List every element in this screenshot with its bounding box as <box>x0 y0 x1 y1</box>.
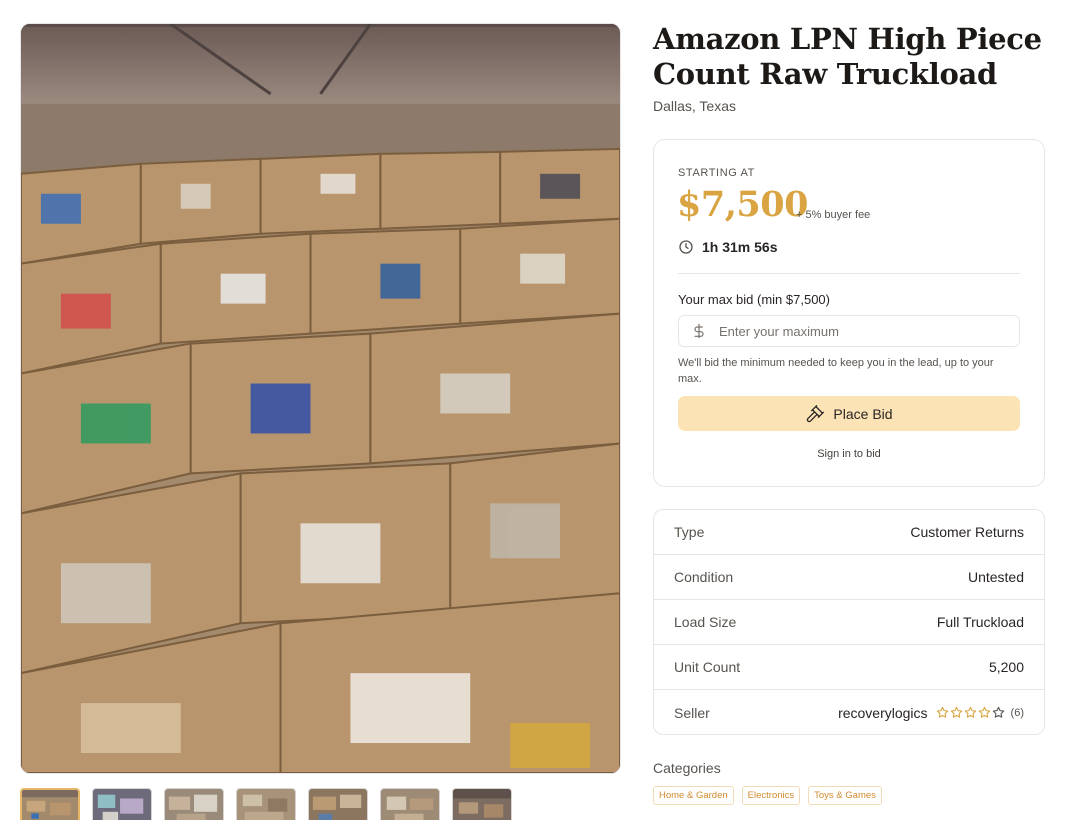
detail-value: Untested <box>967 569 1024 585</box>
max-bid-label: Your max bid (min $7,500) <box>678 292 830 307</box>
detail-value: 5,200 <box>988 659 1024 675</box>
place-bid-label: Place Bid <box>833 405 893 422</box>
thumbnail-4[interactable] <box>236 788 296 820</box>
detail-row-condition: Condition Untested <box>654 555 1044 600</box>
detail-row-seller: Seller recoverylogics (6) <box>654 690 1044 734</box>
category-chip[interactable]: Toys & Games <box>808 786 882 805</box>
listing-details: Type Customer Returns Condition Untested… <box>653 509 1045 735</box>
detail-label: Type <box>674 524 705 540</box>
thumbnail-2[interactable] <box>92 788 152 820</box>
rating-count: (6) <box>1010 706 1024 719</box>
time-remaining: 1h 31m 56s <box>678 239 778 255</box>
detail-row-unit-count: Unit Count 5,200 <box>654 645 1044 690</box>
bid-help-text: We'll bid the minimum needed to keep you… <box>678 357 994 385</box>
detail-label: Condition <box>674 569 734 585</box>
star-icon <box>978 706 990 718</box>
detail-label: Seller <box>674 704 710 721</box>
countdown-timer: 1h 31m 56s <box>702 239 778 255</box>
thumbnail-1[interactable] <box>20 788 80 820</box>
detail-value: Customer Returns <box>910 524 1024 540</box>
max-bid-field[interactable] <box>678 315 1020 347</box>
max-bid-input[interactable] <box>719 323 1009 339</box>
listing-location: Dallas, Texas <box>653 98 737 114</box>
detail-value: Full Truckload <box>936 614 1024 630</box>
star-icon <box>936 706 948 718</box>
starting-at-label: STARTING AT <box>678 167 755 179</box>
detail-row-load-size: Load Size Full Truckload <box>654 600 1044 645</box>
listing-title: Amazon LPN High Piece Count Raw Truckloa… <box>653 22 1042 91</box>
main-product-photo[interactable] <box>20 23 621 774</box>
category-chip[interactable]: Home & Garden <box>653 786 734 805</box>
thumbnail-7[interactable] <box>452 788 512 820</box>
clock-icon <box>679 240 693 254</box>
seller-name-link[interactable]: recoverylogics <box>838 705 927 721</box>
thumbnail-5[interactable] <box>308 788 368 820</box>
detail-label: Load Size <box>674 614 737 630</box>
detail-label: Unit Count <box>674 659 741 675</box>
warehouse-boxes-photo <box>21 24 620 773</box>
seller-rating-stars <box>936 706 1005 719</box>
thumbnail-6[interactable] <box>380 788 440 820</box>
dollar-icon <box>694 323 704 339</box>
seller-info: recoverylogics (6) <box>838 705 1024 721</box>
category-chip[interactable]: Electronics <box>741 786 801 805</box>
thumbnail-3[interactable] <box>164 788 224 820</box>
categories-heading: Categories <box>653 760 721 776</box>
gavel-icon <box>807 404 825 422</box>
star-icon <box>950 706 962 718</box>
divider <box>678 273 1020 274</box>
sign-in-link[interactable]: Sign in to bid <box>654 448 1044 460</box>
category-chips: Home & Garden Electronics Toys & Games <box>653 786 882 805</box>
thumbnail-strip <box>20 788 621 820</box>
buyer-fee: + 5% buyer fee <box>796 209 871 221</box>
bid-card: STARTING AT $7,500 + 5% buyer fee 1h 31m… <box>653 139 1045 487</box>
starting-price: $7,500 <box>677 184 808 225</box>
star-icon <box>964 706 976 718</box>
detail-row-type: Type Customer Returns <box>654 510 1044 555</box>
star-icon <box>992 706 1004 718</box>
place-bid-button[interactable]: Place Bid <box>678 396 1020 431</box>
